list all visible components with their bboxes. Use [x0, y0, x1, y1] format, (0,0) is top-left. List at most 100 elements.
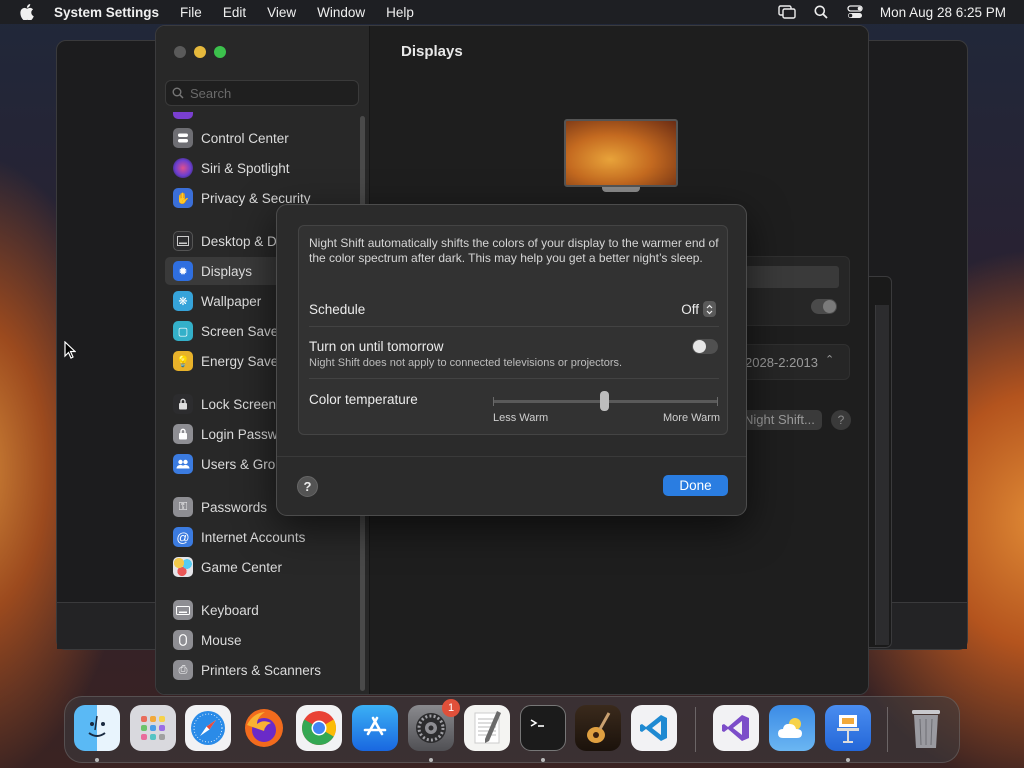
refresh-rate-value-behind[interactable]: 2028-2:2013	[745, 355, 818, 370]
divider	[309, 326, 719, 327]
game-center-icon	[173, 557, 193, 577]
sidebar-item-label: Control Center	[201, 130, 289, 146]
printer-icon: ⎙	[173, 660, 193, 680]
sidebar-item-printers-scanners[interactable]: ⎙ Printers & Scanners	[165, 656, 361, 684]
sidebar-item-siri[interactable]: Siri & Spotlight	[165, 154, 361, 182]
background-scrollbar[interactable]	[875, 305, 889, 645]
help-button[interactable]: ?	[297, 476, 318, 497]
menu-view[interactable]: View	[267, 5, 296, 20]
mouse-icon	[173, 630, 193, 650]
window-controls	[174, 46, 226, 58]
running-indicator	[846, 758, 850, 762]
sidebar-item-label: Lock Screen	[201, 396, 277, 412]
apple-logo-icon[interactable]	[16, 0, 38, 24]
slider-max-label: More Warm	[663, 412, 721, 424]
screen-mirroring-icon[interactable]	[770, 0, 804, 24]
sidebar-item-keyboard[interactable]: Keyboard	[165, 596, 361, 624]
trash-icon[interactable]	[903, 705, 949, 751]
search-input[interactable]	[190, 85, 350, 101]
toggle-knob	[693, 340, 706, 353]
screen-saver-icon: ▢	[173, 321, 193, 341]
sidebar-item-label: Internet Accounts	[201, 529, 306, 545]
divider	[309, 378, 719, 379]
menu-app-name[interactable]: System Settings	[54, 5, 159, 20]
system-settings-icon[interactable]: 1	[408, 699, 460, 751]
dock-separator	[695, 707, 696, 752]
menu-help[interactable]: Help	[386, 5, 414, 20]
running-indicator	[541, 758, 545, 762]
lightbulb-icon: 💡	[173, 351, 193, 371]
control-center-icon[interactable]	[838, 0, 872, 24]
finder-icon[interactable]	[74, 705, 120, 751]
menu-window[interactable]: Window	[317, 5, 365, 20]
sidebar-item-control-center[interactable]: Control Center	[165, 124, 361, 152]
weather-icon[interactable]	[769, 705, 815, 751]
garageband-icon[interactable]	[575, 705, 621, 751]
lock-icon	[173, 424, 193, 444]
sidebar-item-label: Game Center	[201, 559, 283, 575]
night-shift-panel: Night Shift automatically shifts the col…	[298, 225, 728, 435]
sidebar-item-mouse[interactable]: Mouse	[165, 626, 361, 654]
chrome-icon[interactable]	[296, 705, 342, 751]
hand-icon: ✋	[173, 188, 193, 208]
sidebar-item-label: Mouse	[201, 632, 242, 648]
turn-on-label: Turn on until tomorrow	[309, 339, 444, 354]
sun-icon: ✹	[173, 261, 193, 281]
done-button[interactable]: Done	[663, 475, 728, 496]
dock: 1	[64, 696, 960, 763]
sidebar-item-partial[interactable]	[165, 112, 361, 120]
general-icon	[173, 112, 193, 119]
wallpaper-icon: ❋	[173, 291, 193, 311]
dock-separator	[887, 707, 888, 752]
turn-on-sublabel: Night Shift does not apply to connected …	[309, 357, 623, 369]
textedit-icon[interactable]	[464, 705, 510, 751]
minimize-button[interactable]	[194, 46, 206, 58]
sidebar-item-label: Printers & Scanners	[201, 662, 322, 678]
visual-studio-icon[interactable]	[713, 705, 759, 751]
chevron-updown-icon	[703, 301, 716, 317]
page-title: Displays	[401, 43, 463, 60]
turn-on-toggle[interactable]	[692, 339, 718, 354]
keynote-icon[interactable]	[825, 705, 871, 751]
sidebar-item-label: Wallpaper	[201, 293, 262, 309]
notification-badge: 1	[442, 699, 460, 717]
sidebar-item-internet-accounts[interactable]: @ Internet Accounts	[165, 523, 361, 551]
color-temperature-slider-thumb[interactable]	[600, 391, 609, 411]
launchpad-icon[interactable]	[130, 705, 176, 751]
toggle-knob	[823, 300, 836, 313]
dialog-separator	[277, 456, 746, 457]
sidebar-item-label: Passwords	[201, 499, 268, 515]
search-field[interactable]	[165, 80, 359, 106]
slider-tick-min	[493, 397, 494, 406]
terminal-icon[interactable]	[520, 705, 566, 751]
zoom-button[interactable]	[214, 46, 226, 58]
schedule-popup[interactable]: Off	[681, 301, 716, 317]
at-icon: @	[173, 527, 193, 547]
vscode-icon[interactable]	[631, 705, 677, 751]
menu-clock[interactable]: Mon Aug 28 6:25 PM	[880, 5, 1006, 20]
users-icon	[173, 454, 193, 474]
close-button[interactable]	[174, 46, 186, 58]
keyboard-icon	[173, 600, 193, 620]
night-shift-button-behind[interactable]: Night Shift...	[740, 410, 822, 430]
brightness-slider-behind	[745, 266, 839, 288]
sidebar-item-label: Displays	[201, 263, 253, 279]
slider-tick-max	[717, 397, 718, 406]
chevron-updown-icon: ⌃	[825, 354, 835, 366]
spotlight-search-icon[interactable]	[804, 0, 838, 24]
menu-file[interactable]: File	[180, 5, 202, 20]
safari-icon[interactable]	[185, 705, 231, 751]
search-icon	[172, 87, 184, 99]
lock-icon	[173, 394, 193, 414]
auto-brightness-toggle-behind[interactable]	[811, 299, 837, 314]
help-button-behind[interactable]: ?	[831, 410, 851, 430]
sidebar-item-label: Siri & Spotlight	[201, 160, 290, 176]
firefox-icon[interactable]	[241, 705, 287, 751]
app-store-icon[interactable]	[352, 705, 398, 751]
sidebar-item-game-center[interactable]: Game Center	[165, 553, 361, 581]
menu-edit[interactable]: Edit	[223, 5, 246, 20]
display-preview[interactable]	[564, 119, 678, 187]
display-stand	[602, 187, 640, 192]
menu-bar: System Settings File Edit View Window He…	[0, 0, 1024, 24]
sidebar-item-label: Screen Saver	[201, 323, 283, 339]
